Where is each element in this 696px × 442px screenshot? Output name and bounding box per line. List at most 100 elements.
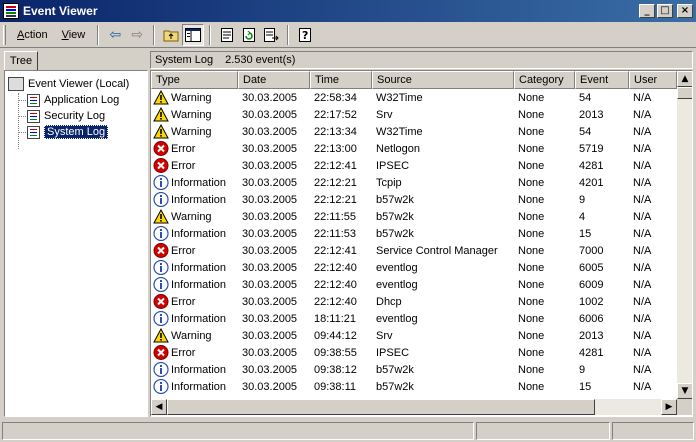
scroll-left-button[interactable]: ◀	[151, 399, 167, 415]
error-icon	[153, 141, 169, 156]
table-row[interactable]: Warning 30.03.2005 22:58:34 W32Time None 54 N/…	[151, 89, 677, 106]
cell-date: 30.03.2005	[242, 227, 298, 240]
scroll-down-button[interactable]: ▼	[677, 383, 692, 399]
column-header-source[interactable]: Source	[372, 71, 514, 89]
tree-item-application-log[interactable]: Application Log	[27, 92, 119, 108]
type-label: Information	[171, 312, 227, 325]
cell-source: b57w2k	[376, 227, 414, 240]
table-row[interactable]: Error 30.03.2005 22:12:41 Service Control M…	[151, 242, 677, 259]
cell-source: b57w2k	[376, 363, 414, 376]
status-segment	[476, 422, 610, 440]
back-button[interactable]: ⇦	[104, 24, 126, 46]
refresh-button[interactable]	[238, 24, 260, 46]
cell-type: Information	[151, 226, 238, 241]
table-row[interactable]: Information 30.03.2005 18:11:21 eventlog Non…	[151, 310, 677, 327]
table-row[interactable]: Information 30.03.2005 09:38:11 b57w2k None 1…	[151, 378, 677, 395]
table-row[interactable]: Information 30.03.2005 22:11:53 b57w2k None 1…	[151, 225, 677, 242]
column-header-date[interactable]: Date	[238, 71, 310, 89]
cell-date: 30.03.2005	[242, 176, 298, 189]
table-row[interactable]: Warning 30.03.2005 22:11:55 b57w2k None 4 N/A	[151, 208, 677, 225]
table-row[interactable]: Information 30.03.2005 09:38:12 b57w2k None 9…	[151, 361, 677, 378]
table-row[interactable]: Warning 30.03.2005 22:17:52 Srv None 2013 N/A	[151, 106, 677, 123]
type-label: Warning	[171, 91, 212, 104]
cell-category: None	[518, 295, 545, 308]
toolbar-grip[interactable]	[3, 24, 6, 45]
table-row[interactable]: Warning 30.03.2005 22:13:34 W32Time None 54 N/…	[151, 123, 677, 140]
type-label: Warning	[171, 329, 212, 342]
event-list: Type Date Time Source Category Event User Warn…	[150, 70, 693, 417]
cell-event: 5719	[579, 142, 604, 155]
cell-event: 54	[579, 125, 592, 138]
cell-event: 15	[579, 380, 592, 393]
up-one-level-button[interactable]	[160, 24, 182, 46]
event-rows: Warning 30.03.2005 22:58:34 W32Time None 54 N/…	[151, 89, 677, 395]
scroll-up-button[interactable]: ▲	[677, 71, 692, 87]
cell-user: N/A	[633, 295, 652, 308]
table-row[interactable]: Error 30.03.2005 22:12:40 Dhcp None 1002 N/A	[151, 293, 677, 310]
cell-event: 54	[579, 91, 592, 104]
scroll-right-button[interactable]: ▶	[661, 399, 677, 415]
show-hide-tree-button[interactable]	[182, 23, 205, 46]
table-row[interactable]: Error 30.03.2005 22:12:41 IPSEC None 4281 N/A	[151, 157, 677, 174]
cell-type: Error	[151, 141, 238, 156]
help-button[interactable]: ?	[294, 24, 316, 46]
menu-action[interactable]: Action	[10, 27, 55, 43]
cell-date: 30.03.2005	[242, 312, 298, 325]
horizontal-scroll-thumb[interactable]	[167, 399, 595, 415]
type-label: Error	[171, 295, 196, 308]
information-icon	[153, 192, 169, 207]
column-headers: Type Date Time Source Category Event User	[151, 71, 677, 89]
cell-user: N/A	[633, 159, 652, 172]
table-row[interactable]: Error 30.03.2005 09:38:55 IPSEC None 4281 N/A	[151, 344, 677, 361]
type-label: Information	[171, 176, 227, 189]
table-row[interactable]: Warning 30.03.2005 09:44:12 Srv None 2013 N/A	[151, 327, 677, 344]
forward-button[interactable]: ⇨	[126, 24, 148, 46]
cell-category: None	[518, 312, 545, 325]
tree-item-system-log[interactable]: System Log	[27, 124, 109, 140]
column-header-event[interactable]: Event	[575, 71, 629, 89]
cell-source: Netlogon	[376, 142, 421, 155]
cell-source: b57w2k	[376, 380, 414, 393]
cell-source: eventlog	[376, 278, 418, 291]
horizontal-scrollbar[interactable]: ◀ ▶	[151, 399, 677, 415]
information-icon	[153, 175, 169, 190]
menu-view[interactable]: View	[55, 27, 93, 43]
cell-event: 9	[579, 363, 586, 376]
cell-time: 22:12:41	[314, 159, 357, 172]
menu-view-accel: V	[61, 28, 69, 41]
tree-item-security-log[interactable]: Security Log	[27, 108, 105, 124]
table-row[interactable]: Information 30.03.2005 22:12:40 eventlog Non…	[151, 276, 677, 293]
title-bar[interactable]: Event Viewer _ □ ×	[0, 0, 696, 22]
column-header-type[interactable]: Type	[151, 71, 238, 89]
table-row[interactable]: Information 30.03.2005 22:12:21 Tcpip None 42…	[151, 174, 677, 191]
table-row[interactable]: Information 30.03.2005 22:12:40 eventlog Non…	[151, 259, 677, 276]
warning-icon	[153, 328, 169, 343]
cell-source: eventlog	[376, 312, 418, 325]
column-header-category[interactable]: Category	[514, 71, 575, 89]
toolbar-separator	[153, 24, 156, 45]
cell-category: None	[518, 142, 545, 155]
error-icon	[153, 345, 169, 360]
minimize-button[interactable]: _	[639, 4, 655, 18]
cell-user: N/A	[633, 278, 652, 291]
properties-button[interactable]	[216, 24, 238, 46]
close-button[interactable]: ×	[677, 4, 693, 18]
table-row[interactable]: Information 30.03.2005 22:12:21 b57w2k None 9…	[151, 191, 677, 208]
tree-item-root[interactable]: Event Viewer (Local)	[8, 76, 129, 92]
column-header-user[interactable]: User	[629, 71, 677, 89]
tab-tree[interactable]: Tree	[4, 51, 38, 71]
vertical-scrollbar[interactable]: ▲ ▼	[677, 71, 692, 399]
cell-event: 6006	[579, 312, 604, 325]
cell-event: 4281	[579, 159, 604, 172]
cell-user: N/A	[633, 312, 652, 325]
cell-user: N/A	[633, 193, 652, 206]
export-list-button[interactable]	[260, 24, 282, 46]
vertical-scroll-thumb[interactable]	[677, 87, 692, 99]
log-info-bar: System Log 2.530 event(s)	[150, 51, 693, 69]
cell-event: 6009	[579, 278, 604, 291]
cell-date: 30.03.2005	[242, 91, 298, 104]
cell-event: 4	[579, 210, 586, 223]
table-row[interactable]: Error 30.03.2005 22:13:00 Netlogon None 5719 N…	[151, 140, 677, 157]
maximize-button[interactable]: □	[657, 4, 673, 18]
column-header-time[interactable]: Time	[310, 71, 372, 89]
